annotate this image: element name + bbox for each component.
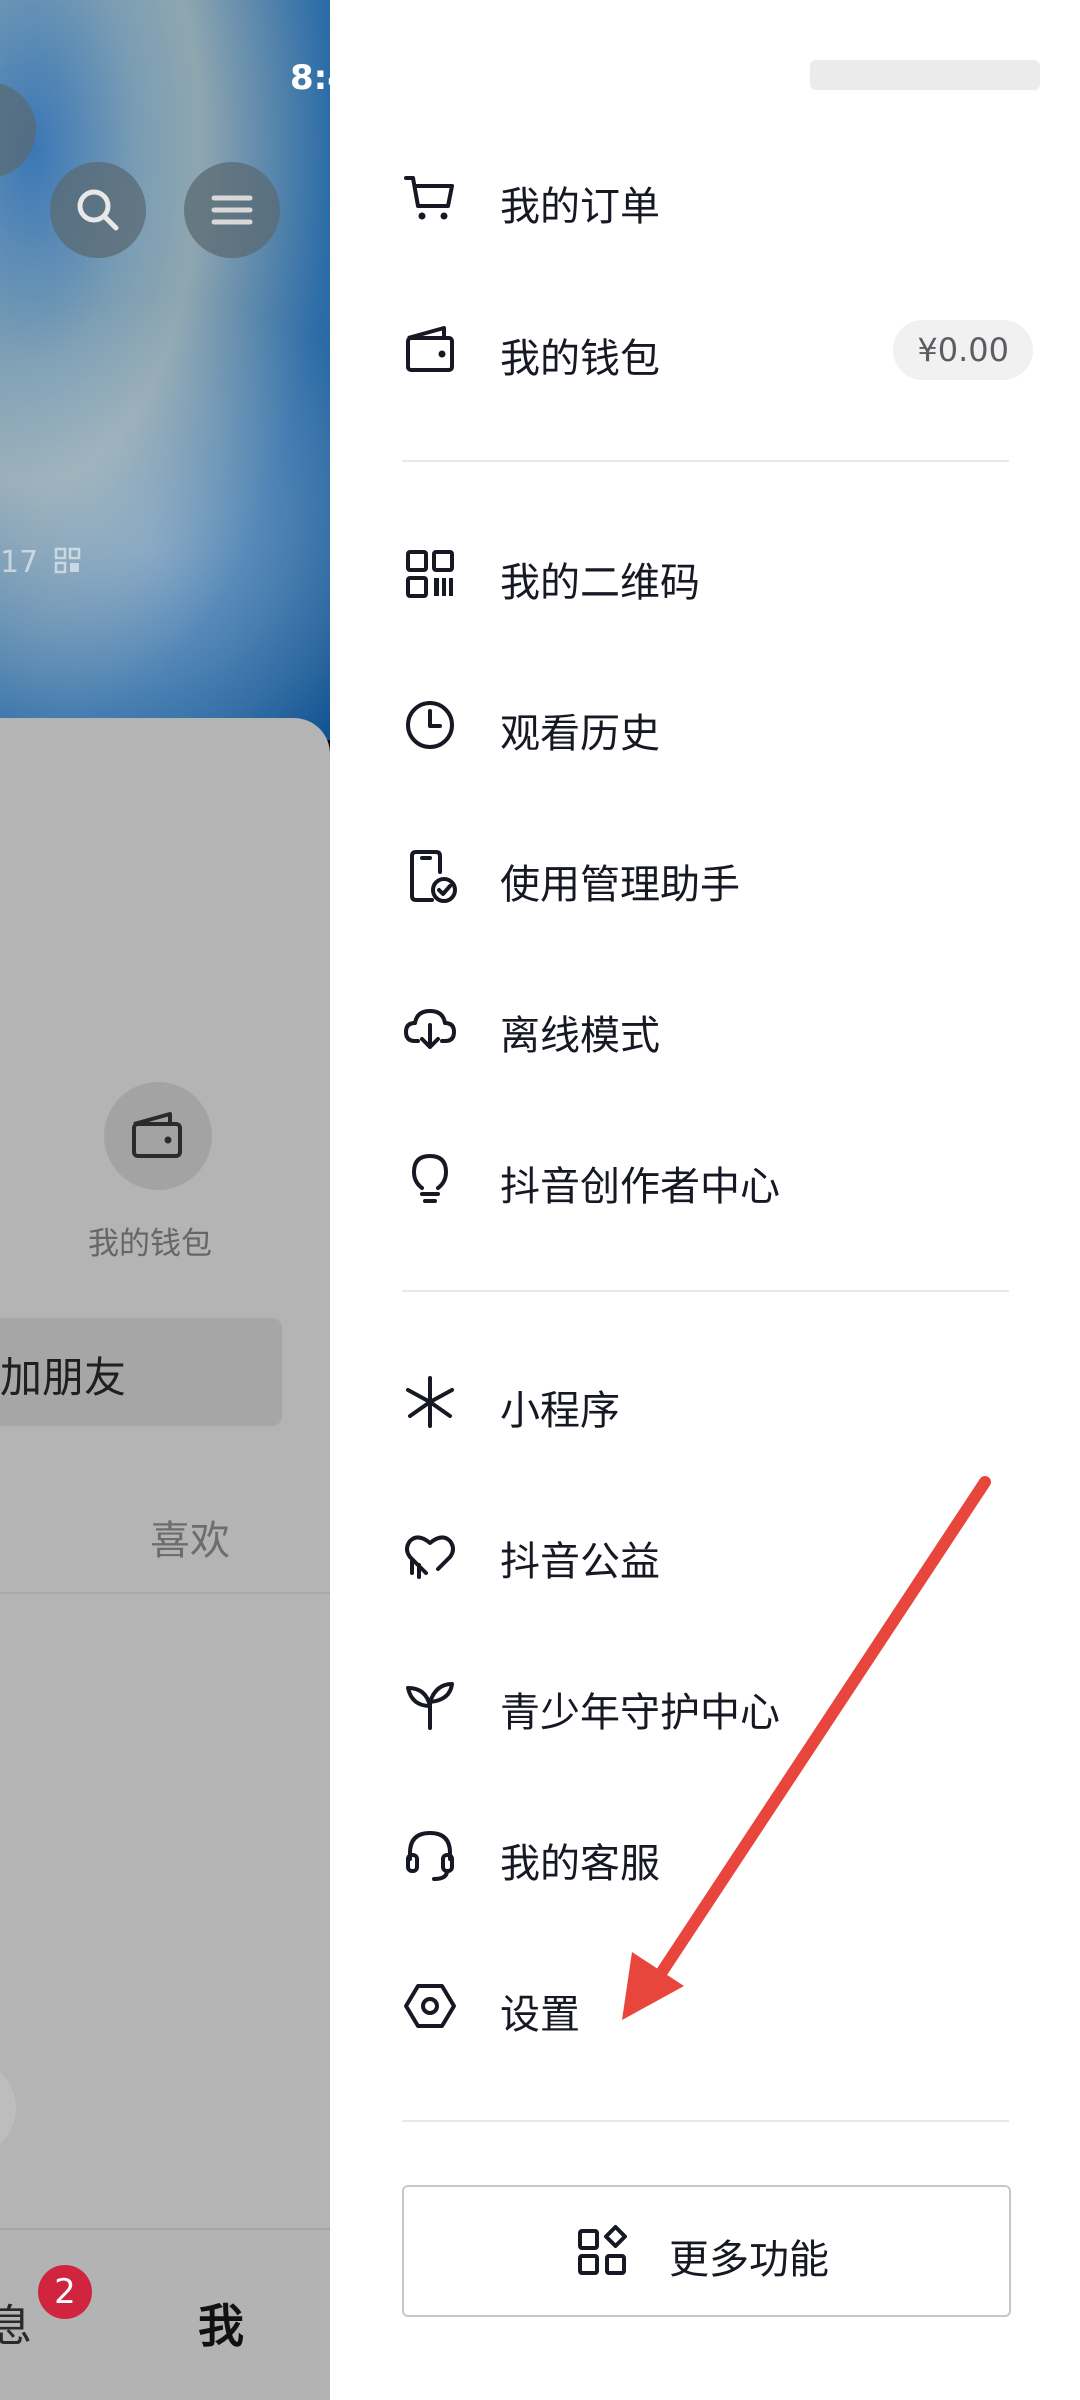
- menu-item-usage-manager[interactable]: 使用管理助手: [330, 826, 1080, 926]
- headset-icon: [406, 1830, 454, 1881]
- search-button[interactable]: [50, 162, 146, 258]
- menu-item-customer-service[interactable]: 我的客服: [330, 1805, 1080, 1905]
- qr-mini-icon: [54, 547, 80, 574]
- clock-icon: [406, 701, 454, 749]
- menu-item-label: 使用管理助手: [500, 862, 740, 908]
- add-friend-button[interactable]: 加朋友: [0, 1318, 282, 1426]
- qr-code-icon: [406, 550, 454, 598]
- menu-item-label: 抖音公益: [500, 1539, 660, 1585]
- more-features-label: 更多功能: [669, 2237, 829, 2283]
- menu-item-charity[interactable]: 抖音公益: [330, 1503, 1080, 1603]
- menu-item-settings[interactable]: 设置: [330, 1956, 1080, 2056]
- menu-item-my-wallet[interactable]: 我的钱包 ¥0.00: [330, 300, 1080, 400]
- status-time: 8:4: [290, 58, 330, 98]
- menu-item-label: 抖音创作者中心: [500, 1164, 780, 1210]
- mini-program-icon: [406, 1376, 454, 1428]
- tab-likes[interactable]: 喜欢: [150, 1508, 230, 1566]
- hamburger-icon: [211, 195, 253, 225]
- menu-item-offline-mode[interactable]: 离线模式: [330, 977, 1080, 1077]
- status-icons: [810, 60, 1040, 90]
- tab-divider: [0, 1592, 330, 1594]
- profile-id: 17: [0, 545, 82, 580]
- menu-item-label: 我的钱包: [500, 336, 660, 382]
- background-wallet-button[interactable]: [104, 1082, 212, 1190]
- section-divider: [402, 2120, 1009, 2122]
- heart-hand-icon: [405, 1535, 455, 1579]
- section-divider: [402, 1290, 1009, 1292]
- lightbulb-icon: [411, 1153, 449, 1203]
- menu-item-label: 我的二维码: [500, 560, 700, 606]
- cart-icon: [404, 176, 454, 220]
- side-drawer: 我的订单 我的钱包 ¥0.00 我的二维码 观看历史 使用管理助手 离线模式 抖…: [330, 0, 1080, 2400]
- menu-item-youth-protection[interactable]: 青少年守护中心: [330, 1654, 1080, 1754]
- menu-item-label: 离线模式: [500, 1013, 660, 1059]
- wallet-balance-badge: ¥0.00: [893, 320, 1033, 380]
- cloud-download-icon: [404, 1009, 456, 1049]
- add-friend-label: 加朋友: [0, 1353, 127, 1402]
- profile-header-background: [0, 0, 330, 850]
- screen: 8:4 17 我的钱包 加朋友 喜欢 息 2: [0, 0, 1080, 2400]
- sprout-icon: [406, 1682, 454, 1730]
- menu-item-label: 我的订单: [500, 184, 660, 230]
- menu-item-mini-programs[interactable]: 小程序: [330, 1352, 1080, 1452]
- messages-badge: 2: [38, 2265, 92, 2319]
- settings-hex-icon: [404, 1984, 456, 2028]
- background-wallet-label: 我的钱包: [88, 1226, 212, 1262]
- apps-grid-icon: [578, 2225, 627, 2275]
- menu-item-label: 观看历史: [500, 711, 660, 757]
- wallet-icon: [406, 326, 454, 372]
- wallet-icon: [132, 1112, 182, 1158]
- more-features-button[interactable]: 更多功能: [402, 2185, 1011, 2317]
- menu-item-my-qr-code[interactable]: 我的二维码: [330, 524, 1080, 624]
- menu-item-label: 小程序: [500, 1388, 620, 1434]
- menu-item-creator-center[interactable]: 抖音创作者中心: [330, 1128, 1080, 1228]
- tab-me[interactable]: 我: [198, 2290, 244, 2356]
- menu-item-label: 青少年守护中心: [500, 1690, 780, 1736]
- phone-check-icon: [410, 850, 457, 903]
- tab-messages[interactable]: 息: [0, 2290, 32, 2354]
- menu-item-watch-history[interactable]: 观看历史: [330, 675, 1080, 775]
- search-icon: [77, 189, 119, 231]
- profile-id-text: 17: [0, 545, 39, 580]
- menu-item-label: 我的客服: [500, 1841, 660, 1887]
- background-profile-page[interactable]: 8:4 17 我的钱包 加朋友 喜欢 息 2: [0, 0, 330, 2400]
- menu-item-my-orders[interactable]: 我的订单: [330, 148, 1080, 248]
- menu-item-label: 设置: [500, 1992, 580, 2038]
- section-divider: [402, 460, 1009, 462]
- menu-button[interactable]: [184, 162, 280, 258]
